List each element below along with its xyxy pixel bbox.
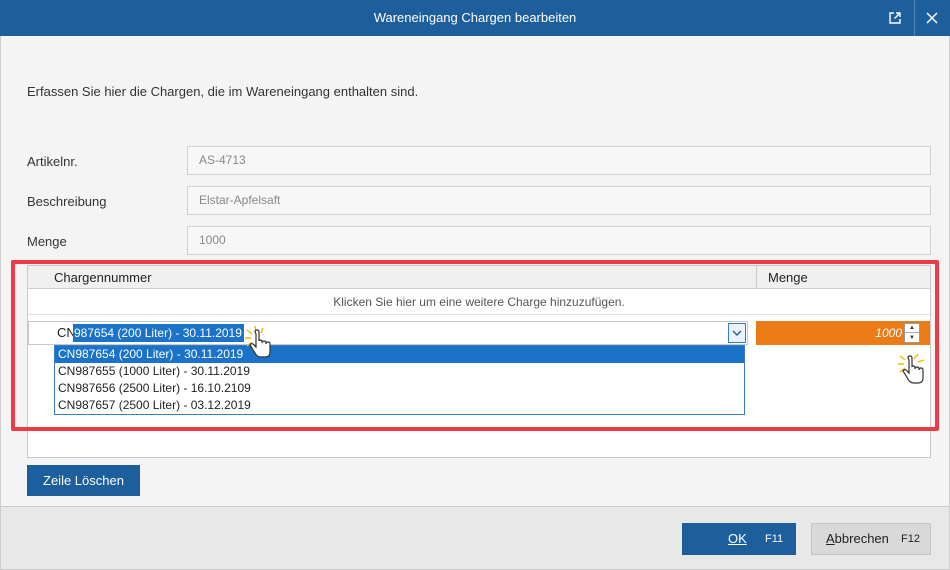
- dropdown-option[interactable]: CN987654 (200 Liter) - 30.11.2019: [55, 346, 744, 363]
- window-title: Wareneingang Chargen bearbeiten: [373, 10, 577, 25]
- hand-pointer-icon: [245, 325, 271, 358]
- dropdown-option[interactable]: CN987657 (2500 Liter) - 03.12.2019: [55, 397, 744, 414]
- chargennummer-selected-text: 987654 (200 Liter) - 30.11.2019: [73, 324, 244, 342]
- dropdown-option[interactable]: CN987655 (1000 Liter) - 30.11.2019: [55, 363, 744, 380]
- dialog-footer: OK F11 Abbrechen F12: [0, 506, 950, 570]
- delete-row-button[interactable]: Zeile Löschen: [27, 465, 140, 496]
- cancel-button-label: Abbrechen: [826, 531, 889, 546]
- grid-header: Chargennummer Menge: [28, 266, 930, 289]
- menge-field: 1000: [187, 226, 931, 255]
- field-label-artikelnr: Artikelnr.: [27, 154, 78, 169]
- ok-button-label: OK: [728, 531, 747, 546]
- dialog-content: Erfassen Sie hier die Chargen, die im Wa…: [0, 36, 950, 506]
- spinner-down-button[interactable]: ▼: [905, 333, 919, 342]
- dropdown-toggle-button[interactable]: [728, 323, 746, 343]
- close-button[interactable]: [914, 0, 948, 36]
- chargennummer-dropdown-list[interactable]: CN987654 (200 Liter) - 30.11.2019 CN9876…: [54, 345, 745, 415]
- popout-button[interactable]: [878, 0, 912, 36]
- cancel-button[interactable]: Abbrechen F12: [811, 523, 931, 555]
- column-header-chargennummer[interactable]: Chargennummer: [54, 266, 152, 289]
- menge-spinner[interactable]: ▲ ▼: [904, 323, 920, 343]
- chargennummer-combobox[interactable]: CN 987654 (200 Liter) - 30.11.2019: [28, 321, 748, 345]
- field-label-beschreibung: Beschreibung: [27, 194, 107, 209]
- artikelnr-field: AS-4713: [187, 146, 931, 175]
- hand-pointer-icon: [898, 353, 925, 384]
- cancel-shortcut-key: F12: [901, 533, 920, 545]
- column-separator[interactable]: [756, 266, 757, 289]
- chevron-down-icon: [732, 330, 742, 336]
- spinner-up-button[interactable]: ▲: [905, 324, 919, 333]
- menge-cell-value: 1000: [875, 326, 902, 340]
- column-header-menge[interactable]: Menge: [768, 266, 808, 289]
- dropdown-option[interactable]: CN987656 (2500 Liter) - 16.10.2109: [55, 380, 744, 397]
- field-label-menge: Menge: [27, 234, 67, 249]
- beschreibung-field: Elstar-Apfelsaft: [187, 186, 931, 215]
- charges-grid: Chargennummer Menge Klicken Sie hier um …: [27, 265, 931, 458]
- add-charge-row[interactable]: Klicken Sie hier um eine weitere Charge …: [28, 289, 930, 315]
- ok-shortcut-key: F11: [765, 533, 784, 545]
- close-icon: [925, 12, 938, 24]
- intro-text: Erfassen Sie hier die Chargen, die im Wa…: [27, 84, 419, 99]
- menge-cell[interactable]: 1000 ▲ ▼: [756, 321, 930, 345]
- external-link-icon: [889, 12, 901, 24]
- window-titlebar: Wareneingang Chargen bearbeiten: [0, 0, 950, 36]
- ok-button[interactable]: OK F11: [682, 523, 796, 555]
